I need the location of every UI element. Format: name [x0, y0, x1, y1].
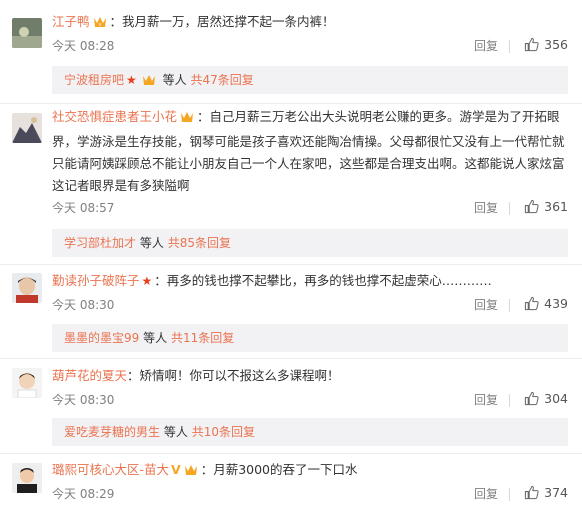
- comment-meta: 今天 08:28 回复 356: [52, 37, 568, 57]
- avatar-image: [12, 463, 42, 493]
- reply-count-link[interactable]: 共11条回复: [171, 331, 234, 345]
- vip-badge-icon: [183, 462, 199, 484]
- reply-username[interactable]: 宁波租房吧: [64, 73, 124, 87]
- comment-meta: 今天 08:57 回复 361: [52, 199, 568, 219]
- like-button[interactable]: 374: [524, 485, 568, 500]
- svg-text:v: v: [98, 22, 101, 28]
- meta-divider: [509, 299, 510, 312]
- avatar-image: [12, 368, 42, 398]
- avatar-image: [12, 113, 42, 143]
- reply-username[interactable]: 学习部杜加才: [64, 236, 136, 250]
- thumbs-up-icon: [525, 37, 539, 52]
- replies-summary[interactable]: 宁波租房吧 ★ 等人 共47条回复: [52, 66, 568, 94]
- like-count: 439: [544, 296, 568, 311]
- avatar-image: [12, 18, 42, 48]
- thumbs-up-icon: [525, 485, 539, 500]
- reply-others: 等人: [139, 236, 164, 250]
- meta-divider: [509, 488, 510, 501]
- reply-username[interactable]: 墨墨的墨宝99: [64, 331, 139, 345]
- comment-separator: [0, 358, 582, 359]
- reply-others: 等人: [143, 331, 168, 345]
- comment-body: ：再多的钱也撑不起攀比，再多的钱也撑不起虚荣心…………: [154, 273, 492, 288]
- like-button[interactable]: 356: [524, 37, 568, 52]
- comment-username[interactable]: 社交恐惧症患者王小花: [52, 109, 177, 124]
- thumbs-up-icon: [525, 296, 539, 311]
- comment-meta: 今天 08:30 回复 439: [52, 296, 568, 316]
- comment-text: 社交恐惧症患者王小花 ：自己月薪三万老公出大头说明老公赚的更多。游学是为了开拓眼界…: [52, 106, 568, 197]
- comment-meta: 今天 08:30 回复 304: [52, 391, 568, 411]
- meta-divider: [509, 40, 510, 53]
- comment-time: 今天 08:30: [52, 298, 115, 312]
- reply-others: 等人: [162, 73, 187, 87]
- avatar[interactable]: [12, 273, 42, 303]
- reply-count-link[interactable]: 共10条回复: [192, 425, 255, 439]
- reply-count-link[interactable]: 共85条回复: [168, 236, 231, 250]
- comment-username[interactable]: 葫芦花的夏天: [52, 368, 127, 383]
- thumbs-up-icon: [525, 199, 539, 214]
- comment-text: 江子鸭 v ：我月薪一万，居然还撑不起一条内裤！: [52, 11, 568, 36]
- reply-button[interactable]: 回复: [474, 296, 498, 313]
- comment-username[interactable]: 璐熙可核心大区-苗大: [52, 462, 169, 477]
- avatar[interactable]: [12, 463, 42, 493]
- comment-time: 今天 08:57: [52, 201, 115, 215]
- like-count: 361: [544, 199, 568, 214]
- star-badge-icon: ★: [126, 73, 137, 87]
- like-count: 356: [544, 37, 568, 52]
- like-button[interactable]: 361: [524, 199, 568, 214]
- comment-text: 勤读孙子破阵子 ★ ：再多的钱也撑不起攀比，再多的钱也撑不起虚荣心…………: [52, 270, 568, 292]
- vip-badge-icon: [141, 69, 157, 97]
- reply-button[interactable]: 回复: [474, 37, 498, 54]
- thumbs-up-icon: [525, 391, 539, 406]
- comment-username[interactable]: 江子鸭: [52, 14, 90, 29]
- replies-summary[interactable]: 爱吃麦芽糖的男生 等人 共10条回复: [52, 418, 568, 446]
- avatar[interactable]: [12, 368, 42, 398]
- comment-time: 今天 08:28: [52, 39, 115, 53]
- comment-time: 今天 08:29: [52, 487, 115, 501]
- reply-username[interactable]: 爱吃麦芽糖的男生: [64, 425, 160, 439]
- reply-button[interactable]: 回复: [474, 485, 498, 502]
- like-count: 374: [544, 485, 568, 500]
- avatar[interactable]: [12, 18, 42, 48]
- vip-badge-icon: [179, 109, 195, 131]
- comment-time: 今天 08:30: [52, 393, 115, 407]
- meta-divider: [509, 202, 510, 215]
- comment-body: ：月薪3000的吞了一下口水: [200, 462, 358, 477]
- reply-button[interactable]: 回复: [474, 199, 498, 216]
- comment-separator: [0, 103, 582, 104]
- comment-separator: [0, 264, 582, 265]
- verified-v-icon: V: [171, 462, 181, 477]
- avatar-image: [12, 273, 42, 303]
- like-button[interactable]: 304: [524, 391, 568, 406]
- comment-body: ：矫情啊！你可以不报这么多课程啊！: [127, 368, 340, 383]
- comment-body: ：我月薪一万，居然还撑不起一条内裤！: [109, 14, 335, 29]
- comment-meta: 今天 08:29 回复 374: [52, 485, 568, 505]
- star-badge-icon: ★: [141, 274, 153, 288]
- replies-summary[interactable]: 学习部杜加才 等人 共85条回复: [52, 229, 568, 257]
- reply-count-link[interactable]: 共47条回复: [190, 73, 253, 87]
- like-button[interactable]: 439: [524, 296, 568, 311]
- reply-button[interactable]: 回复: [474, 391, 498, 408]
- replies-summary[interactable]: 墨墨的墨宝99 等人 共11条回复: [52, 324, 568, 352]
- like-count: 304: [544, 391, 568, 406]
- reply-others: 等人: [163, 425, 188, 439]
- comment-username[interactable]: 勤读孙子破阵子: [52, 273, 140, 288]
- avatar[interactable]: [12, 113, 42, 143]
- vip-badge-icon: v: [92, 14, 108, 36]
- comment-text: 璐熙可核心大区-苗大 V ：月薪3000的吞了一下口水: [52, 459, 568, 484]
- meta-divider: [509, 394, 510, 407]
- comment-separator: [0, 453, 582, 454]
- comment-text: 葫芦花的夏天：矫情啊！你可以不报这么多课程啊！: [52, 365, 568, 387]
